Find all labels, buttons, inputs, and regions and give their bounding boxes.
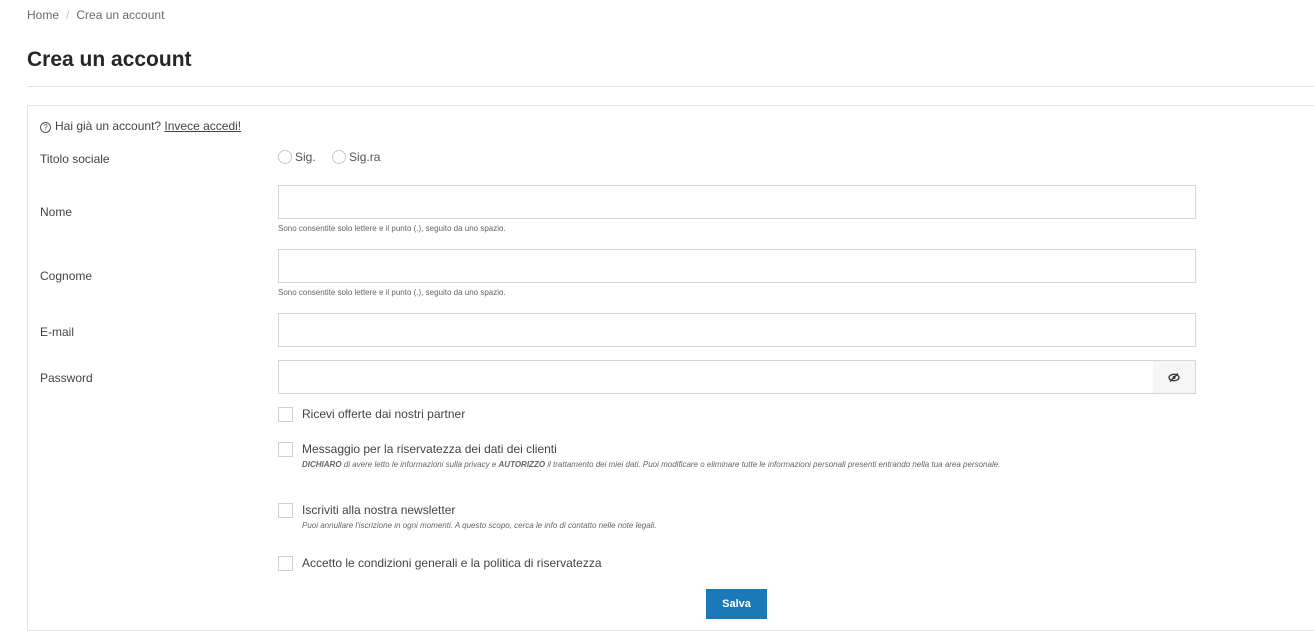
radio-option-mr[interactable]: Sig.	[278, 150, 316, 164]
breadcrumb: Home / Crea un account	[27, 8, 164, 22]
radio-mrs-label: Sig.ra	[349, 150, 381, 164]
radio-mr[interactable]	[278, 150, 292, 164]
social-title-radio-group: Sig. Sig.ra	[278, 150, 393, 167]
breadcrumb-current: Crea un account	[76, 8, 165, 22]
registration-form: ? Hai già un account? Invece accedi! Tito…	[27, 105, 1314, 631]
terms-label: Accetto le condizioni generali e la poli…	[302, 556, 602, 570]
password-visibility-toggle[interactable]	[1153, 360, 1196, 394]
privacy-desc-text-1: di avere letto le informazioni sulla pri…	[341, 460, 499, 469]
optin-checkbox[interactable]	[278, 407, 293, 422]
first-name-input[interactable]	[278, 185, 1196, 219]
radio-mr-label: Sig.	[295, 150, 316, 164]
email-label: E-mail	[40, 325, 75, 339]
title-divider	[27, 86, 1314, 87]
save-button[interactable]: Salva	[706, 589, 767, 619]
newsletter-checkbox[interactable]	[278, 503, 293, 518]
optin-label: Ricevi offerte dai nostri partner	[302, 407, 466, 421]
email-input[interactable]	[278, 313, 1196, 347]
privacy-checkbox[interactable]	[278, 442, 293, 457]
privacy-desc-text-2: il trattamento dei miei dati. Puoi modif…	[545, 460, 1001, 469]
first-name-hint: Sono consentite solo lettere e il punto …	[278, 224, 506, 233]
eye-slash-icon	[1168, 372, 1180, 382]
password-label: Password	[40, 371, 93, 385]
newsletter-description: Puoi annullare l'iscrizione in ogni mome…	[302, 521, 657, 530]
last-name-label: Cognome	[40, 269, 93, 283]
first-name-label: Nome	[40, 205, 73, 219]
help-circle-icon: ?	[40, 122, 51, 133]
privacy-desc-bold-2: AUTORIZZO	[498, 460, 546, 469]
last-name-input[interactable]	[278, 249, 1196, 283]
privacy-label: Messaggio per la riservatezza dei dati d…	[302, 442, 557, 456]
terms-checkbox[interactable]	[278, 556, 293, 571]
privacy-description: DICHIARO di avere letto le informazioni …	[302, 460, 1000, 469]
login-prompt-text: Hai già un account?	[55, 119, 162, 133]
social-title-label: Titolo sociale	[40, 152, 110, 166]
password-input[interactable]	[278, 360, 1154, 394]
page-title: Crea un account	[27, 48, 192, 71]
privacy-desc-bold-1: DICHIARO	[302, 460, 342, 469]
radio-mrs[interactable]	[332, 150, 347, 164]
newsletter-label: Iscriviti alla nostra newsletter	[302, 503, 456, 517]
breadcrumb-separator: /	[66, 8, 70, 22]
radio-option-mrs[interactable]: Sig.ra	[332, 150, 380, 164]
login-link[interactable]: Invece accedi!	[164, 119, 241, 133]
last-name-hint: Sono consentite solo lettere e il punto …	[278, 288, 506, 297]
login-prompt: ? Hai già un account? Invece accedi!	[40, 119, 241, 133]
breadcrumb-home-link[interactable]: Home	[27, 8, 59, 22]
